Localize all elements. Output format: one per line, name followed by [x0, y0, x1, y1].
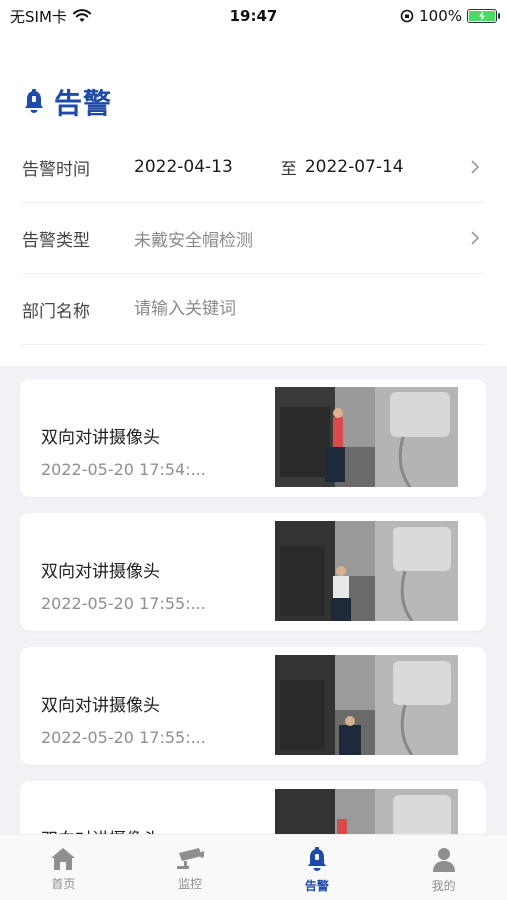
department-filter: 部门名称 — [22, 274, 485, 345]
alert-card[interactable]: 双向对讲摄像头 2022-05-20 17:54:... — [20, 379, 486, 497]
alarm-bell-icon — [307, 847, 326, 871]
alert-card[interactable]: 双向对讲摄像头 2022-05-20 17:55:... — [20, 513, 486, 631]
alert-snapshot[interactable] — [275, 655, 458, 755]
alarm-bell-icon — [25, 89, 43, 113]
tab-label: 首页 — [51, 877, 76, 891]
department-search-input[interactable] — [134, 299, 434, 319]
alert-card[interactable]: 双向对讲摄像头 2022-05-20 17:55:... — [20, 647, 486, 765]
home-icon — [51, 848, 76, 870]
alarm-time-label: 告警时间 — [22, 159, 90, 180]
tab-mine[interactable]: 我的 — [380, 835, 507, 900]
status-left: 无SIM卡 — [10, 6, 91, 27]
tab-monitor[interactable]: 监控 — [127, 835, 254, 900]
alert-time: 2022-05-20 17:54:... — [41, 460, 206, 479]
department-label: 部门名称 — [22, 301, 90, 322]
alert-snapshot[interactable] — [275, 789, 458, 836]
alarm-time-filter[interactable]: 告警时间 2022-04-13 至 2022-07-14 — [22, 132, 485, 203]
alarm-type-filter[interactable]: 告警类型 未戴安全帽检测 — [22, 203, 485, 274]
user-icon — [432, 848, 455, 872]
orientation-lock-icon — [400, 9, 414, 23]
alert-snapshot[interactable] — [275, 387, 458, 487]
tab-alarm[interactable]: 告警 — [254, 835, 381, 900]
camera-icon — [177, 848, 205, 869]
end-date[interactable]: 2022-07-14 — [305, 157, 404, 177]
chevron-right-icon — [471, 160, 480, 174]
page-title: 告警 — [54, 87, 113, 120]
page-header: 告警 — [22, 82, 112, 122]
alert-snapshot[interactable] — [275, 521, 458, 621]
alarm-type-value: 未戴安全帽检测 — [134, 230, 253, 251]
alarm-type-label: 告警类型 — [22, 230, 90, 251]
date-range-separator: 至 — [280, 159, 297, 178]
carrier-text: 无SIM卡 — [10, 7, 67, 26]
alert-time: 2022-05-20 17:55:... — [41, 728, 206, 747]
alert-list[interactable]: 双向对讲摄像头 2022-05-20 17:54:... 双向对讲摄像头 202… — [0, 366, 507, 836]
status-right: 100% — [400, 7, 500, 25]
alert-title: 双向对讲摄像头 — [41, 696, 160, 716]
start-date[interactable]: 2022-04-13 — [134, 157, 233, 177]
tab-label: 告警 — [304, 879, 329, 893]
chevron-right-icon — [471, 231, 480, 245]
tab-label: 我的 — [431, 879, 456, 893]
tab-label: 监控 — [178, 877, 203, 891]
alert-title: 双向对讲摄像头 — [41, 428, 160, 448]
tab-home[interactable]: 首页 — [0, 835, 127, 900]
battery-percent: 100% — [419, 7, 462, 25]
wifi-icon — [72, 9, 91, 22]
alert-title: 双向对讲摄像头 — [41, 562, 160, 582]
alert-time: 2022-05-20 17:55:... — [41, 594, 206, 613]
filter-panel: 告警时间 2022-04-13 至 2022-07-14 告警类型 未戴安全帽检… — [0, 132, 507, 345]
battery-icon — [467, 9, 500, 23]
alert-card[interactable]: 双向对讲摄像头 — [20, 781, 486, 836]
tab-bar: 首页 监控 告警 我的 — [0, 834, 507, 900]
status-bar: 无SIM卡 19:47 100% — [0, 0, 507, 32]
